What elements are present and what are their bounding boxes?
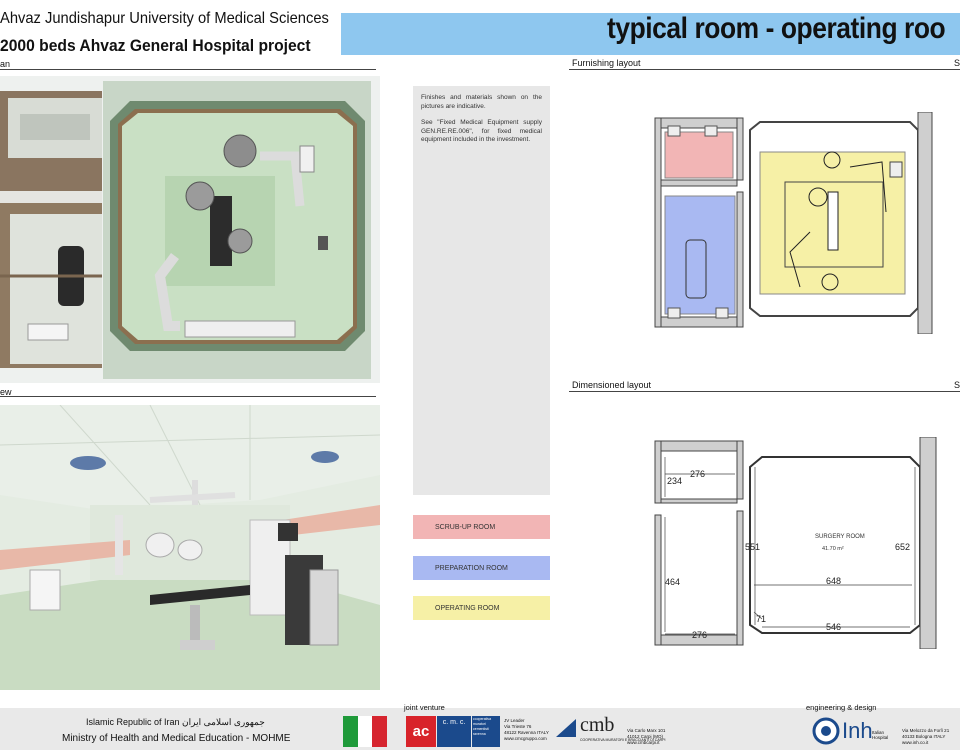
furnishing-sheet-ref: S bbox=[954, 58, 960, 68]
perspective-render bbox=[0, 405, 380, 690]
engineering-label: engineering & design bbox=[806, 703, 877, 712]
note-equipment: See "Fixed Medical Equipment supply GEN.… bbox=[421, 119, 542, 143]
country-name: Islamic Republic of Iran جمهوری اسلامی ا… bbox=[86, 717, 265, 727]
inh-address-line: www.inh.co.it bbox=[902, 740, 929, 745]
inh-logo-name: Inh bbox=[842, 718, 873, 743]
room-name: SURGERY ROOM bbox=[815, 534, 865, 540]
notes-panel: Finishes and materials shown on the pict… bbox=[413, 86, 550, 495]
ministry-name: Ministry of Health and Medical Education… bbox=[62, 733, 291, 744]
dimensioned-rule bbox=[569, 391, 960, 392]
inh-address: Via Melozzo da Forlì 21 40133 Bologna IT… bbox=[902, 728, 949, 746]
legend-operating: OPERATING ROOM bbox=[413, 596, 550, 620]
joint-venture-label: joint venture bbox=[404, 703, 445, 712]
operating-table bbox=[210, 196, 232, 266]
dim-276-top: 276 bbox=[690, 469, 705, 479]
legend-preparation: PREPARATION ROOM bbox=[413, 556, 550, 580]
dim-551: 551 bbox=[745, 542, 760, 552]
room-area: 41.70 m² bbox=[822, 546, 844, 552]
inh-logo-sub: Italian Hospital bbox=[872, 730, 889, 740]
plan-label: an bbox=[0, 59, 11, 69]
university-name: Ahvaz Jundishapur University of Medical … bbox=[0, 10, 329, 27]
dim-234: 234 bbox=[667, 476, 682, 486]
furnishing-rule bbox=[569, 69, 960, 70]
page-title: typical room - operating roo bbox=[607, 12, 946, 45]
dim-546: 546 bbox=[826, 622, 841, 632]
view-label: ew bbox=[0, 387, 12, 397]
legend-scrub: SCRUB-UP ROOM bbox=[413, 515, 550, 539]
furnishing-label: Furnishing layout bbox=[572, 58, 641, 68]
plan-render bbox=[0, 76, 380, 383]
cmb-triangle-icon bbox=[556, 719, 576, 737]
italy-flag bbox=[343, 716, 388, 747]
cmc-logo-sub: cooperativa muratori cementisti ravenna bbox=[472, 716, 500, 747]
cmb-address: Via Carlo Marx 101 41012 Carpi (MO) www.… bbox=[627, 728, 665, 746]
dim-71: 71 bbox=[756, 614, 766, 624]
plan-rule bbox=[0, 69, 376, 70]
project-name: 2000 beds Ahvaz General Hospital project bbox=[0, 36, 311, 55]
scrub-room-area bbox=[664, 131, 734, 179]
cmc-address-line: www.cmcgruppo.com bbox=[504, 736, 547, 741]
inh-globe-icon bbox=[812, 717, 840, 745]
cmb-logo-name: cmb bbox=[580, 714, 615, 736]
cmc-address: JV Leader Via Trieste 76 48122 Ravenna I… bbox=[504, 718, 549, 742]
dim-652: 652 bbox=[895, 542, 910, 552]
view-rule bbox=[0, 396, 376, 397]
preparation-room-area bbox=[664, 195, 736, 315]
dim-276-bottom: 276 bbox=[692, 630, 707, 640]
dimensioned-sheet-ref: S bbox=[954, 380, 960, 390]
cmc-logo-icon: ac bbox=[406, 716, 436, 747]
cmb-address-line: www.cmbcarpi.it bbox=[627, 740, 660, 745]
dimensioned-label: Dimensioned layout bbox=[572, 380, 652, 390]
dimensioned-plan: 276 234 551 652 648 464 71 546 276 SURGE… bbox=[650, 437, 940, 649]
cmc-logo-name: c. m. c. bbox=[437, 716, 471, 747]
dim-464: 464 bbox=[665, 577, 680, 587]
note-finishes: Finishes and materials shown on the pict… bbox=[421, 94, 542, 110]
furnishing-plan bbox=[650, 112, 940, 334]
dim-648: 648 bbox=[826, 576, 841, 586]
